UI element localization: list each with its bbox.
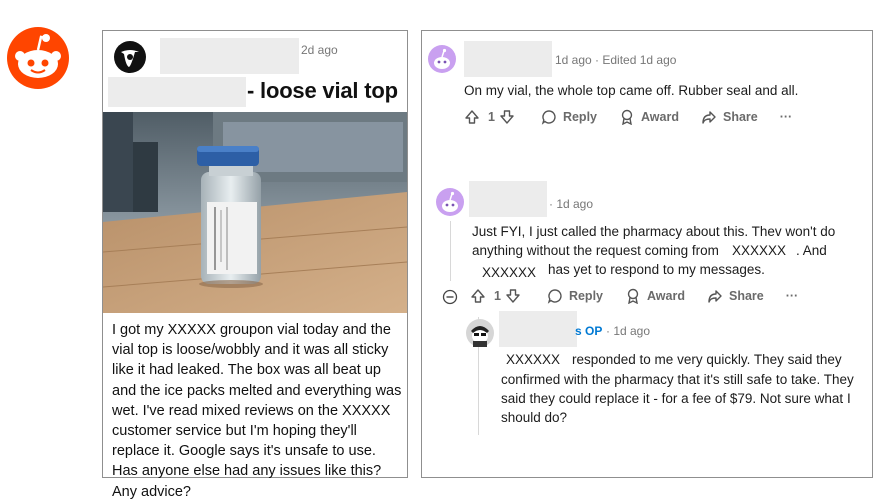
redacted-username-op	[499, 311, 577, 347]
share-icon	[702, 111, 716, 124]
comment-3-meta: · 1d ago	[606, 324, 651, 338]
comment-3-line3: said they could replace it - for a fee o…	[501, 391, 851, 406]
comment-3-line1: responded to me very quickly. They said …	[572, 352, 842, 367]
op-avatar[interactable]	[466, 319, 494, 347]
comment-3-line4: should do?	[501, 410, 568, 425]
comment-bubble-icon	[547, 289, 562, 304]
redacted-name-op: XXXXXX	[506, 352, 561, 367]
more-options-button[interactable]: ···	[786, 289, 799, 303]
redacted-subreddit	[160, 38, 299, 74]
post-image[interactable]	[103, 112, 407, 313]
post-title[interactable]: - loose vial top	[247, 78, 398, 104]
thread-line[interactable]	[450, 221, 451, 281]
reply-button[interactable]: Reply	[541, 109, 597, 125]
reddit-logo-icon	[6, 26, 70, 90]
vote-group: 1	[464, 109, 521, 125]
redacted-name-1: XXXXXX	[732, 243, 787, 258]
award-icon	[627, 288, 639, 304]
redacted-name-2: XXXXXX	[482, 265, 537, 280]
redacted-title	[108, 77, 246, 107]
post-panel: 2d ago - loose vial top I got my XXXXX g…	[102, 30, 408, 500]
comment-1-avatar[interactable]	[428, 45, 456, 73]
share-button[interactable]: Share	[707, 288, 764, 304]
award-button[interactable]: Award	[619, 109, 679, 125]
comment-2-avatar[interactable]	[436, 188, 464, 216]
award-button[interactable]: Award	[625, 288, 685, 304]
comment-2-line2b: . And	[796, 243, 827, 258]
comment-2-meta: · 1d ago	[549, 197, 594, 211]
collapse-thread-icon[interactable]	[442, 289, 458, 305]
comment-2-actions: 1 Reply Award Share ···	[470, 288, 820, 304]
comment-2-line3: has yet to respond to my messages.	[548, 262, 765, 277]
comment-bubble-icon	[541, 110, 556, 125]
share-icon	[708, 290, 722, 303]
award-icon	[621, 109, 633, 125]
subreddit-avatar-icon[interactable]	[113, 40, 147, 74]
redacted-username-2	[469, 181, 547, 217]
post-time: 2d ago	[301, 43, 338, 57]
reply-button[interactable]: Reply	[547, 288, 603, 304]
comment-1-meta: 1d ago · Edited 1d ago	[555, 53, 677, 67]
vote-count: 1	[488, 110, 495, 124]
share-button[interactable]: Share	[701, 109, 758, 125]
redacted-username-1	[464, 41, 552, 77]
comment-1-text: On my vial, the whole top came off. Rubb…	[464, 83, 799, 98]
comment-1-actions: 1 Reply Award Share ···	[464, 109, 814, 125]
more-options-button[interactable]: ···	[780, 110, 793, 124]
op-badge: s OP	[575, 324, 603, 338]
comments-panel: 1d ago · Edited 1d ago On my vial, the w…	[421, 30, 873, 478]
upvote-icon[interactable]	[464, 109, 480, 125]
downvote-icon[interactable]	[505, 288, 521, 304]
vote-count: 1	[494, 289, 501, 303]
comment-2-line2a: anything without the request coming from	[472, 243, 719, 258]
post-body: I got my XXXXX groupon vial today and th…	[112, 322, 402, 500]
vote-group: 1	[470, 288, 527, 304]
comment-3-line2: confirmed with the pharmacy that it's st…	[501, 372, 854, 387]
downvote-icon[interactable]	[499, 109, 515, 125]
comment-2-line1: Just FYI, I just called the pharmacy abo…	[472, 224, 836, 239]
upvote-icon[interactable]	[470, 288, 486, 304]
